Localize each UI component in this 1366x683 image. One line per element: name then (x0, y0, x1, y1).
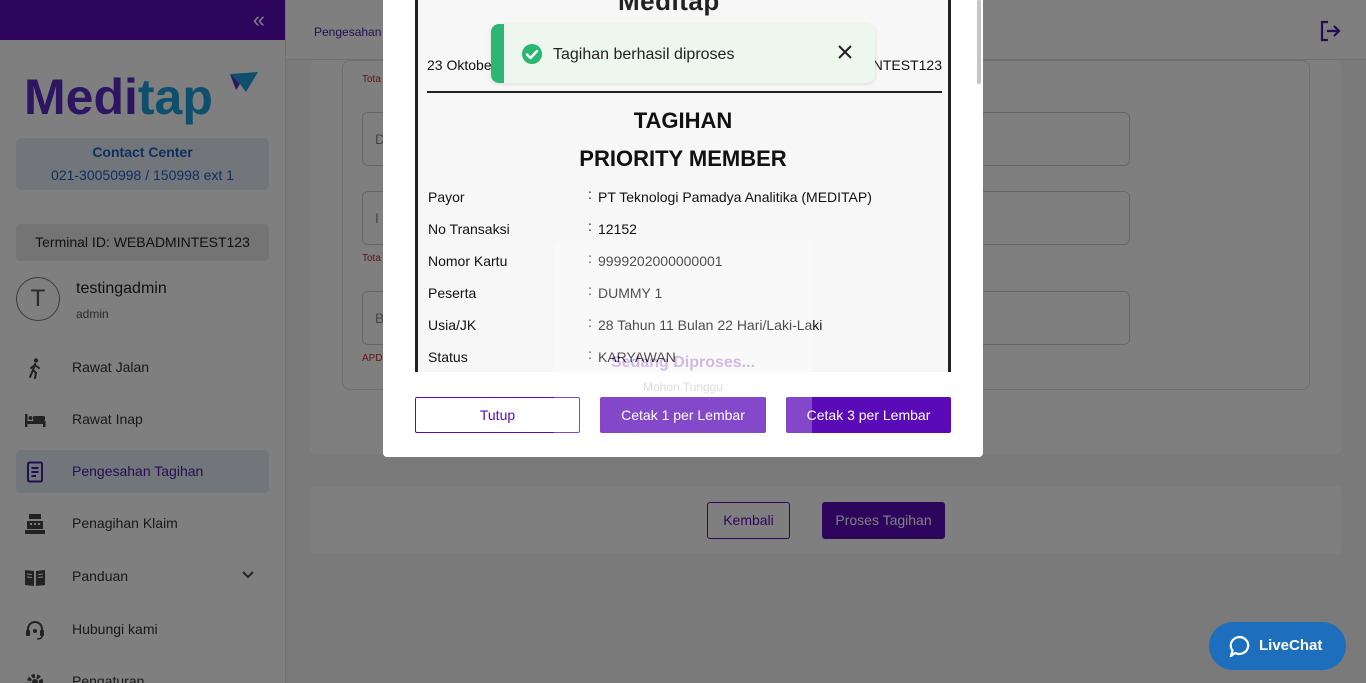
receipt-row-label: Peserta (428, 285, 477, 301)
receipt-row-value: PT Teknologi Pamadya Analitika (MEDITAP) (598, 189, 872, 205)
loading-subtitle: Mohon Tunggu (642, 380, 724, 394)
receipt-logo: Meditap (618, 0, 720, 16)
toast-status-bar (491, 24, 504, 83)
receipt-subtitle: PRIORITY MEMBER (579, 146, 787, 171)
receipt-scrollbar[interactable] (977, 0, 981, 84)
loading-title: Sedang Diproses... (610, 354, 756, 371)
toast-message: Tagihan berhasil diproses (553, 46, 735, 63)
success-toast: Tagihan berhasil diproses (491, 24, 875, 83)
livechat-label: LiveChat (1259, 637, 1323, 654)
chat-bubble-icon (1229, 635, 1250, 657)
check-circle-icon (522, 44, 542, 64)
receipt-divider (427, 91, 942, 93)
receipt-row-label: Status (428, 349, 468, 365)
loading-dialog: Sedang Diproses... Mohon Tunggu (554, 240, 812, 444)
receipt-row-label: Usia/JK (428, 317, 477, 333)
receipt-row-separator: : (588, 218, 592, 234)
receipt-date: 23 Oktobe (427, 57, 492, 73)
receipt-title: TAGIHAN (633, 108, 733, 133)
receipt-row-label: Payor (428, 189, 465, 205)
receipt-row-value: 12152 (598, 221, 637, 237)
receipt-terminal: NTEST123 (872, 57, 942, 73)
receipt-row-separator: : (588, 186, 592, 202)
receipt-row-payor: Payor : PT Teknologi Pamadya Analitika (… (428, 186, 948, 211)
livechat-button[interactable]: LiveChat (1209, 622, 1346, 670)
receipt-row-label: Nomor Kartu (428, 253, 508, 269)
close-icon[interactable] (837, 44, 853, 60)
receipt-row-label: No Transaksi (428, 221, 510, 237)
